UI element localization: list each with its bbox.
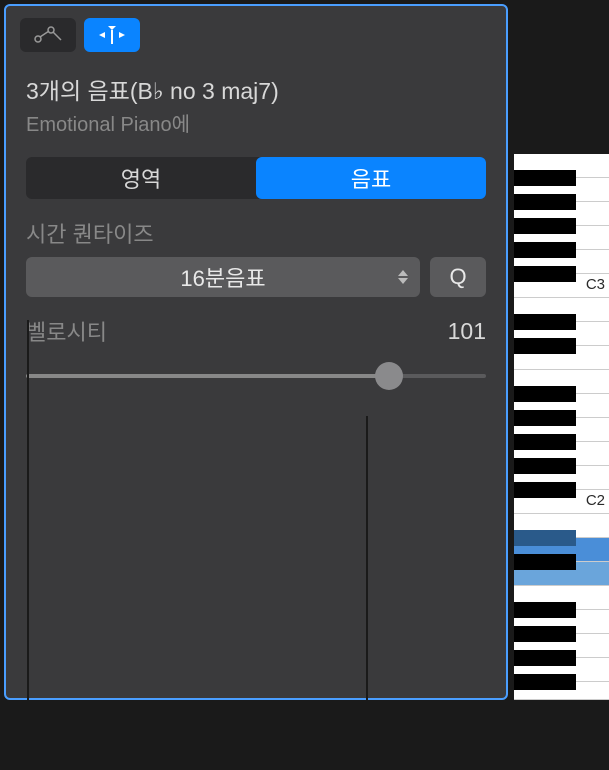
black-key[interactable] xyxy=(514,626,576,642)
black-key[interactable] xyxy=(514,554,576,570)
quantize-button[interactable]: Q xyxy=(430,257,486,297)
tab-note[interactable]: 음표 xyxy=(256,157,486,199)
selection-header: 3개의 음표(B♭ no 3 maj7) Emotional Piano에 xyxy=(6,64,506,141)
select-arrows-icon xyxy=(398,270,408,284)
quantize-select[interactable]: 16분음표 xyxy=(26,257,420,297)
velocity-label: 벨로시티 xyxy=(26,315,107,347)
piano-keyboard[interactable]: C3 C2 xyxy=(514,154,609,700)
inspector-panel: 3개의 음표(B♭ no 3 maj7) Emotional Piano에 영역… xyxy=(4,4,508,700)
automation-icon xyxy=(33,26,63,44)
black-key[interactable] xyxy=(514,266,576,282)
selection-title: 3개의 음표(B♭ no 3 maj7) xyxy=(26,72,486,106)
black-key[interactable] xyxy=(514,242,576,258)
black-key[interactable] xyxy=(514,386,576,402)
black-key[interactable] xyxy=(514,410,576,426)
quantize-row: 16분음표 Q xyxy=(26,257,486,297)
black-key[interactable] xyxy=(514,650,576,666)
black-key[interactable] xyxy=(514,218,576,234)
toolbar xyxy=(6,6,506,64)
slider-thumb[interactable] xyxy=(375,362,403,390)
catch-icon xyxy=(95,24,129,46)
black-key[interactable] xyxy=(514,194,576,210)
callout-line xyxy=(366,416,368,750)
black-key[interactable] xyxy=(514,482,576,498)
automation-view-button[interactable] xyxy=(20,18,76,52)
black-key[interactable] xyxy=(514,314,576,330)
catch-playhead-button[interactable] xyxy=(84,18,140,52)
quantize-value: 16분음표 xyxy=(180,261,265,293)
velocity-value: 101 xyxy=(448,318,486,345)
key-label-c2: C2 xyxy=(586,492,605,509)
velocity-row: 벨로시티 101 xyxy=(26,315,486,347)
tab-group: 영역 음표 xyxy=(26,157,486,199)
black-key[interactable] xyxy=(514,170,576,186)
quantize-label: 시간 퀀타이즈 xyxy=(26,217,486,249)
slider-fill xyxy=(26,374,389,378)
note-settings: 시간 퀀타이즈 16분음표 Q 벨로시티 101 xyxy=(6,217,506,391)
velocity-slider[interactable] xyxy=(26,361,486,391)
black-key[interactable] xyxy=(514,434,576,450)
black-key[interactable] xyxy=(514,602,576,618)
black-key[interactable] xyxy=(514,530,576,546)
black-key[interactable] xyxy=(514,338,576,354)
key-label-c3: C3 xyxy=(586,276,605,293)
black-key[interactable] xyxy=(514,458,576,474)
black-key[interactable] xyxy=(514,674,576,690)
track-name: Emotional Piano에 xyxy=(26,108,486,137)
callout-line xyxy=(27,320,29,750)
tab-region[interactable]: 영역 xyxy=(26,157,256,199)
